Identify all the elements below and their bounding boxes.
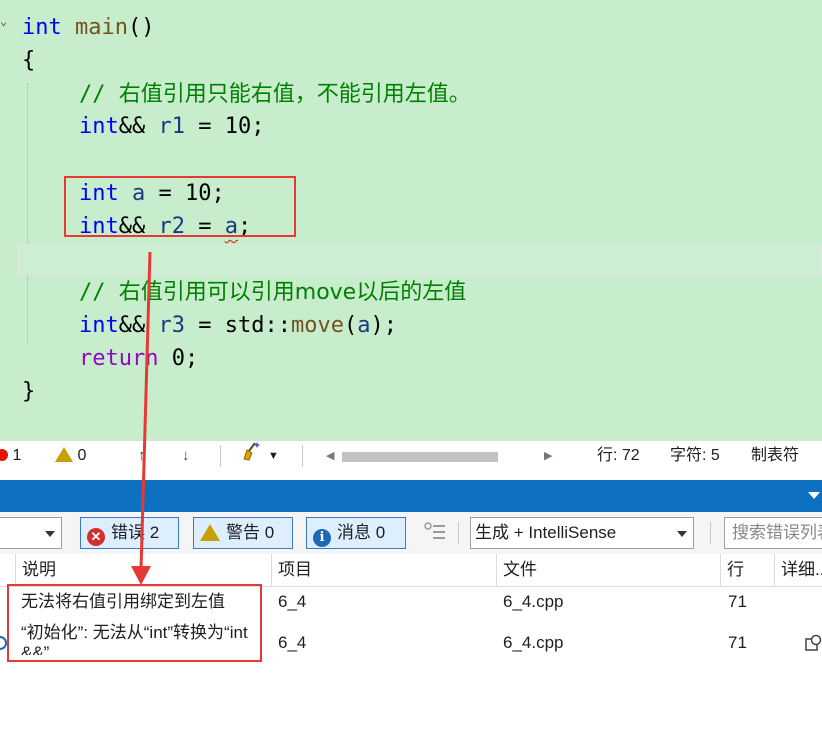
build-source-combo[interactable]: 生成 + IntelliSense: [470, 517, 694, 549]
messages-filter-button[interactable]: i 消息 0: [306, 517, 406, 549]
warnings-filter-button[interactable]: 警告 0: [193, 517, 293, 549]
next-issue-down-icon[interactable]: ↓: [182, 441, 190, 471]
search-error-list-input[interactable]: 搜索错误列表: [724, 517, 822, 549]
filter-icon[interactable]: [424, 520, 446, 544]
error-icon: [0, 449, 8, 461]
code-line-9[interactable]: // 右值引用可以引用move以后的左值: [22, 276, 466, 309]
comment-text: move: [294, 280, 357, 305]
column-header-details[interactable]: 详细...: [775, 554, 822, 586]
error-list-titlebar[interactable]: [0, 480, 822, 512]
scroll-left-icon[interactable]: ◀: [326, 449, 334, 462]
operator: &&: [118, 313, 159, 338]
function-name: main: [75, 15, 128, 40]
error-highlight-box: [7, 584, 262, 662]
keyword: int: [22, 15, 62, 40]
code-line-11[interactable]: return 0;: [22, 342, 198, 375]
char-position[interactable]: 字符: 5: [670, 441, 720, 471]
code-line-3[interactable]: // 右值引用只能右值，不能引用左值。: [22, 78, 471, 111]
window-menu-chevron-icon[interactable]: [808, 492, 820, 499]
column-header-icon[interactable]: [0, 554, 16, 586]
keyword: return: [79, 346, 159, 371]
grid-header: 说明 项目 文件 行 详细...: [0, 554, 822, 587]
online-help-icon[interactable]: [804, 634, 822, 652]
row-line: 71: [728, 633, 747, 652]
error-indicator[interactable]: 1: [0, 441, 21, 471]
code-line-2[interactable]: {: [22, 44, 35, 77]
panel-gap: [0, 472, 822, 480]
column-header-description[interactable]: 说明: [16, 554, 272, 586]
operator: &&: [118, 114, 159, 139]
code-line-4[interactable]: int&& r1 = 10;: [22, 110, 264, 143]
variable: a: [357, 313, 371, 338]
fold-chevron-icon[interactable]: ⌄: [0, 14, 7, 28]
row-file: 6_4.cpp: [503, 592, 564, 611]
code-text: );: [370, 313, 397, 338]
comment-marker: //: [79, 82, 119, 107]
horizontal-scrollbar[interactable]: ◀ ▶: [326, 449, 556, 463]
indent-mode[interactable]: 制表符: [751, 441, 799, 471]
code-line-10[interactable]: int&& r3 = std::move(a);: [22, 309, 397, 342]
warning-icon: [55, 447, 73, 462]
row-file: 6_4.cpp: [503, 633, 564, 652]
column-header-file[interactable]: 文件: [497, 554, 721, 586]
row-project: 6_4: [278, 592, 307, 611]
row-project: 6_4: [278, 633, 307, 652]
code-text: = std::: [185, 313, 291, 338]
code-text: (: [343, 313, 358, 338]
line-position[interactable]: 行: 72: [597, 441, 640, 471]
keyword: int: [79, 114, 119, 139]
comment-text: 以后的左值: [356, 280, 467, 305]
warning-indicator[interactable]: 0: [55, 441, 86, 471]
editor-status-bar: 1 0 ↑ ↓ ▼ ◀ ▶ 行: 72 字符: 5 制表符: [0, 441, 822, 471]
chevron-down-icon: [45, 531, 55, 537]
code-highlight-box: [64, 176, 296, 237]
scope-combo[interactable]: [0, 517, 62, 549]
column-header-project[interactable]: 项目: [272, 554, 497, 586]
code-text: (): [127, 15, 155, 40]
scrollbar-thumb[interactable]: [342, 452, 498, 462]
scroll-right-icon[interactable]: ▶: [544, 449, 552, 462]
comment-text: 右值引用只能右值，不能引用左值。: [118, 82, 471, 107]
comment-text: 右值引用可以引用: [118, 280, 295, 305]
info-icon: [0, 636, 7, 650]
code-text: 0;: [158, 346, 199, 371]
variable: r1: [158, 114, 186, 139]
row-line: 71: [728, 592, 747, 611]
errors-filter-button[interactable]: ✕ 错误 2: [80, 517, 179, 549]
error-icon: ✕: [87, 528, 105, 546]
function-name: move: [290, 313, 344, 338]
error-list-toolbar: ✕ 错误 2 警告 0 i 消息 0 生成 + IntelliSense 搜索错误列…: [0, 512, 822, 554]
comment-marker: //: [79, 280, 119, 305]
code-line-1[interactable]: int main(): [22, 11, 154, 44]
code-line-12[interactable]: }: [22, 375, 35, 408]
current-line-highlight: [18, 244, 822, 275]
cleanup-dropdown-icon[interactable]: ▼: [268, 441, 279, 471]
previous-issue-up-icon[interactable]: ↑: [138, 441, 146, 471]
column-header-line[interactable]: 行: [721, 554, 775, 586]
variable: r3: [158, 313, 186, 338]
info-icon: i: [313, 529, 331, 547]
warning-icon: [200, 524, 220, 541]
keyword: int: [79, 313, 119, 338]
chevron-down-icon: [677, 531, 687, 537]
code-text: = 10;: [185, 114, 265, 139]
code-cleanup-broom-icon[interactable]: [241, 441, 263, 471]
